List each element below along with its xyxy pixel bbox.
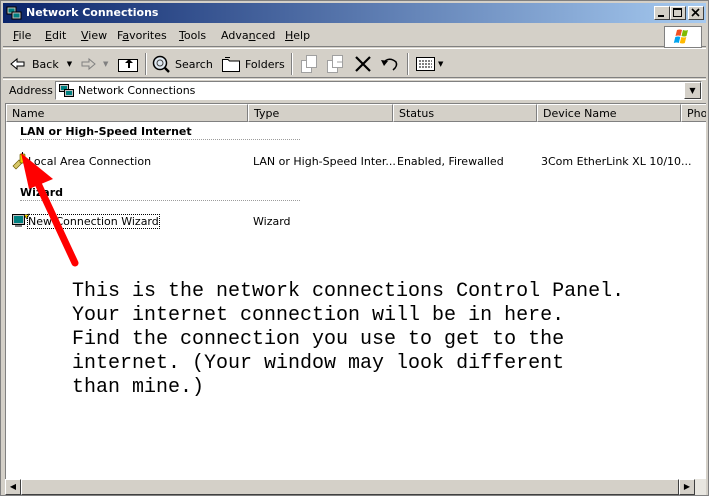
views-button[interactable]: ▼ xyxy=(415,53,443,75)
connection-type: LAN or High-Speed Inter... xyxy=(253,155,396,168)
menu-advanced-pre: Adva xyxy=(221,29,249,42)
menu-help[interactable]: Help xyxy=(285,29,310,42)
tutorial-annotation: This is the network connections Control … xyxy=(72,280,625,399)
delete-button[interactable] xyxy=(353,53,373,75)
menu-bar: File Edit View Favorites Tools Advanced … xyxy=(3,25,706,48)
toolbar-separator xyxy=(145,53,147,75)
undo-button[interactable] xyxy=(379,53,401,75)
explorer-window: Network Connections File Edit View Favor… xyxy=(0,0,709,496)
up-folder-icon xyxy=(118,59,138,72)
menu-favorites[interactable]: Favorites xyxy=(117,29,167,42)
minimize-button[interactable] xyxy=(654,6,670,20)
column-header-type[interactable]: Type xyxy=(248,104,393,122)
undo-icon xyxy=(381,58,398,71)
back-arrow-icon xyxy=(10,57,25,71)
back-dropdown-icon[interactable]: ▼ xyxy=(67,60,72,68)
folders-icon xyxy=(222,57,240,72)
forward-button[interactable]: ▼ xyxy=(79,53,108,75)
chevron-right-icon: ▶ xyxy=(683,482,691,491)
menu-tools-label: ools xyxy=(183,29,207,42)
scroll-right-button[interactable]: ▶ xyxy=(679,479,695,495)
connection-status: Enabled, Firewalled xyxy=(397,155,504,168)
menu-help-label: elp xyxy=(293,29,311,42)
views-dropdown-icon[interactable]: ▼ xyxy=(438,60,443,68)
folders-button[interactable]: Folders xyxy=(221,53,285,75)
column-header-status[interactable]: Status xyxy=(393,104,537,122)
window-title: Network Connections xyxy=(26,6,159,19)
horizontal-scrollbar[interactable]: ◀ ▶ xyxy=(5,479,706,495)
copy-to-button[interactable] xyxy=(325,53,345,75)
windows-logo-icon xyxy=(673,29,688,44)
group-header-lan: LAN or High-Speed Internet xyxy=(20,125,192,138)
menu-view-label: iew xyxy=(88,29,108,42)
chevron-down-icon: ▼ xyxy=(689,86,696,95)
move-to-icon xyxy=(301,55,317,73)
address-dropdown-button[interactable]: ▼ xyxy=(684,82,701,99)
search-label: Search xyxy=(175,57,213,71)
scroll-left-button[interactable]: ◀ xyxy=(5,479,21,495)
chevron-left-icon: ◀ xyxy=(9,482,17,491)
delete-icon xyxy=(355,56,371,72)
group-divider xyxy=(20,139,300,140)
network-connections-icon xyxy=(6,6,22,20)
address-label: Address xyxy=(9,84,53,97)
minimize-icon xyxy=(658,15,664,17)
group-divider xyxy=(20,200,300,201)
menu-edit[interactable]: Edit xyxy=(45,29,66,42)
menu-file[interactable]: File xyxy=(13,29,31,42)
menu-edit-label: dit xyxy=(51,29,67,42)
menu-advanced[interactable]: Advanced xyxy=(221,29,275,42)
address-value: Network Connections xyxy=(78,84,196,97)
connection-name: New Connection Wizard xyxy=(27,214,160,229)
menu-file-label: ile xyxy=(18,29,32,42)
standard-toolbar: Back ▼ ▼ Search Folders ▼ xyxy=(3,48,706,78)
back-button[interactable]: Back ▼ xyxy=(9,53,72,75)
forward-arrow-icon xyxy=(81,57,96,71)
up-button[interactable] xyxy=(117,53,139,75)
menu-favorites-label: vorites xyxy=(129,29,167,42)
menu-advanced-label: ced xyxy=(255,29,276,42)
menu-advanced-accel: n xyxy=(248,29,256,42)
connection-device: 3Com EtherLink XL 10/10... xyxy=(541,155,692,168)
close-icon xyxy=(691,8,700,17)
column-header-device-name[interactable]: Device Name xyxy=(537,104,681,122)
network-connections-icon xyxy=(59,84,74,97)
move-to-button[interactable] xyxy=(299,53,319,75)
close-button[interactable] xyxy=(688,6,704,20)
search-icon xyxy=(152,55,170,73)
menu-view[interactable]: View xyxy=(81,29,107,42)
menu-tools[interactable]: Tools xyxy=(179,29,206,42)
column-header-name[interactable]: Name xyxy=(6,104,248,122)
folders-label: Folders xyxy=(245,57,285,71)
scroll-thumb[interactable] xyxy=(21,479,679,495)
back-label: Back xyxy=(32,57,59,71)
forward-dropdown-icon[interactable]: ▼ xyxy=(103,60,108,68)
toolbar-separator xyxy=(407,53,409,75)
address-field[interactable]: Network Connections ▼ xyxy=(55,81,702,100)
views-icon xyxy=(416,57,435,71)
maximize-button[interactable] xyxy=(670,6,686,20)
address-bar: Address Network Connections ▼ xyxy=(3,79,706,101)
maximize-icon xyxy=(673,8,682,17)
menu-edit-accel: E xyxy=(45,29,52,42)
column-header-phone[interactable]: Pho xyxy=(681,104,706,122)
title-bar[interactable]: Network Connections xyxy=(3,3,706,23)
search-button[interactable]: Search xyxy=(151,53,213,75)
copy-to-icon xyxy=(327,55,343,73)
connection-name: Local Area Connection xyxy=(28,155,152,168)
toolbar-separator xyxy=(291,53,293,75)
file-list-view[interactable]: Name Type Status Device Name Pho LAN or … xyxy=(5,103,706,479)
connection-type: Wizard xyxy=(253,215,291,228)
windows-logo xyxy=(664,26,702,48)
group-header-wizard: Wizard xyxy=(20,186,64,199)
